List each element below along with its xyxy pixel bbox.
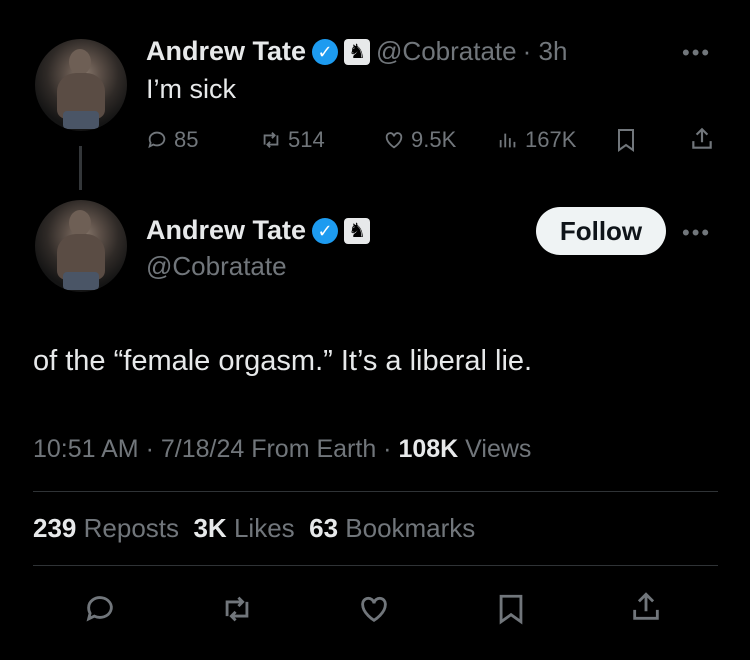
tweet-metadata: 10:51 AM · 7/18/24 From Earth · 108K Vie…: [33, 435, 531, 464]
reply-stat[interactable]: 85: [146, 127, 198, 153]
reposts-link[interactable]: 239 Reposts: [33, 513, 179, 543]
views-count: 167K: [525, 127, 577, 152]
follow-button[interactable]: Follow: [536, 207, 666, 255]
like-icon: [361, 596, 387, 623]
like-icon: [385, 132, 403, 149]
reply-icon: [148, 131, 166, 149]
views-icon: [499, 133, 516, 148]
parent-handle[interactable]: @Cobratate: [376, 36, 517, 67]
parent-tweet-text: I’m sick: [146, 74, 236, 104]
reply-count: 85: [174, 127, 199, 152]
divider: [33, 491, 718, 492]
share-button[interactable]: [629, 590, 663, 629]
main-author-row: Andrew Tate ✓ ♞: [146, 215, 371, 246]
like-stat[interactable]: 9.5K: [383, 127, 456, 153]
reply-button[interactable]: [83, 592, 117, 631]
bookmark-icon: [499, 594, 523, 625]
parent-header: Andrew Tate ✓ ♞ @Cobratate · 3h: [146, 36, 567, 67]
divider: [33, 565, 718, 566]
repost-icon: [263, 132, 279, 148]
repost-button[interactable]: [220, 592, 254, 631]
main-handle[interactable]: @Cobratate: [146, 251, 287, 282]
verified-badge-icon: ✓: [312, 38, 339, 65]
parent-more-icon[interactable]: •••: [682, 40, 711, 66]
like-button[interactable]: [357, 592, 391, 631]
likes-link[interactable]: 3K Likes: [193, 513, 294, 543]
views-count: 108K: [398, 435, 459, 463]
parent-time[interactable]: · 3h: [523, 36, 568, 67]
repost-icon: [225, 596, 249, 622]
timestamp[interactable]: 10:51 AM · 7/18/24 From Earth ·: [33, 435, 392, 463]
chess-knight-affiliation-icon[interactable]: ♞: [344, 38, 371, 65]
main-avatar[interactable]: [35, 200, 127, 292]
parent-avatar[interactable]: [35, 39, 127, 131]
views-label: Views: [465, 435, 532, 463]
bookmark-icon[interactable]: [614, 127, 638, 158]
thread-connector-line: [79, 146, 82, 190]
main-more-icon[interactable]: •••: [682, 220, 711, 246]
share-icon[interactable]: [689, 126, 715, 157]
main-tweet-text: of the “female orgasm.” It’s a liberal l…: [33, 345, 533, 377]
repost-count: 514: [288, 127, 325, 152]
views-stat[interactable]: 167K: [497, 127, 576, 153]
like-count: 9.5K: [411, 127, 457, 152]
chess-knight-affiliation-icon[interactable]: ♞: [344, 217, 371, 244]
main-author-name[interactable]: Andrew Tate: [146, 215, 306, 246]
share-icon: [633, 592, 659, 620]
verified-badge-icon: ✓: [312, 217, 339, 244]
repost-stat[interactable]: 514: [260, 127, 325, 153]
bookmarks-link[interactable]: 63 Bookmarks: [309, 513, 475, 543]
bookmark-button[interactable]: [494, 592, 528, 631]
parent-author-name[interactable]: Andrew Tate: [146, 36, 306, 67]
reply-icon: [86, 596, 113, 622]
engagement-counts: 239 Reposts 3K Likes 63 Bookmarks: [33, 513, 475, 544]
